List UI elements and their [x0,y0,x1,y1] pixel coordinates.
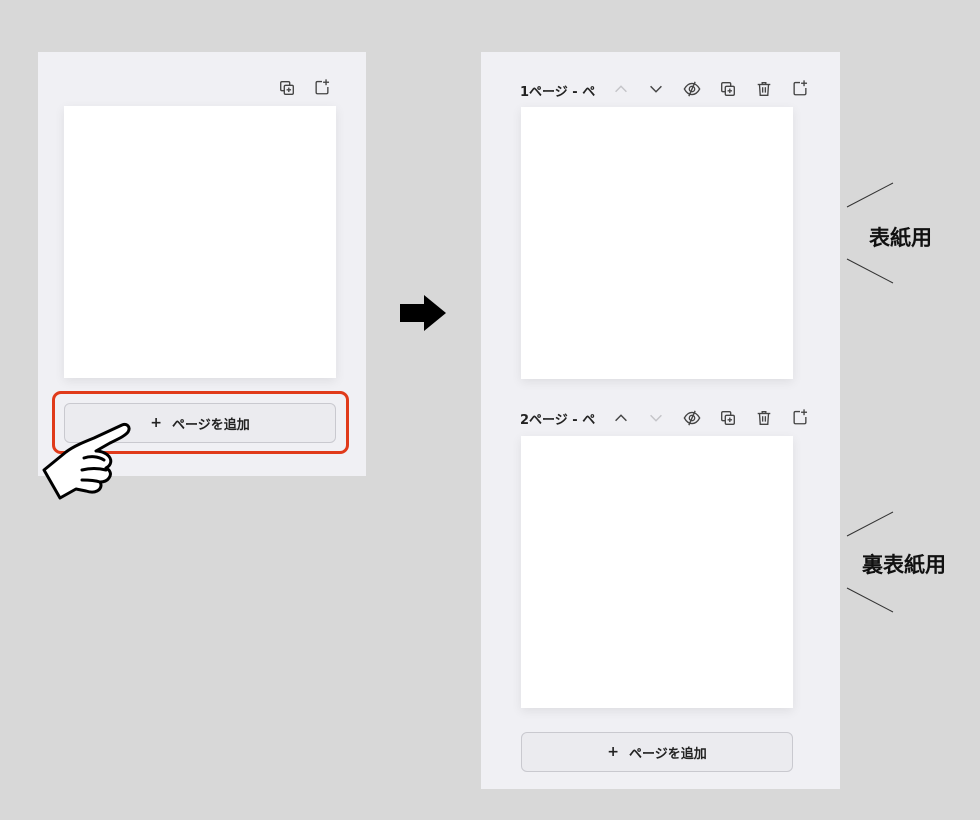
chevron-down-icon [650,85,662,93]
hide-icon [683,410,701,426]
trash-icon [757,82,771,96]
page-2-add-page-button[interactable] [790,407,810,427]
hide-icon [683,81,701,97]
back-cover-annotation: 裏表紙用 [862,553,946,577]
page-2-label[interactable]: 2ページ - ペ [520,409,600,428]
page-1-move-down-button[interactable] [646,79,666,99]
plus-icon: + [150,415,162,431]
add-page-icon-button[interactable] [312,77,332,97]
chevron-up-icon [615,85,627,93]
page-2-delete-button[interactable] [754,408,774,428]
page-1-move-up-button[interactable] [611,79,631,99]
chevron-up-icon [615,414,627,422]
duplicate-icon [721,82,735,96]
right-arrow-icon [400,295,446,331]
add-page-icon [315,79,330,95]
chevron-down-icon [650,414,662,422]
add-page-label: ページを追加 [171,417,250,433]
pointing-hand-icon [42,423,131,500]
cover-annotation: 表紙用 [869,226,932,250]
page-1-hide-button[interactable] [682,79,702,99]
page-1-add-page-button[interactable] [790,78,810,98]
page-1-duplicate-button[interactable] [718,79,738,99]
duplicate-page-button[interactable] [277,78,297,98]
add-page-icon [793,80,808,96]
duplicate-icon [721,411,735,425]
duplicate-icon [280,81,294,95]
page-2-duplicate-button[interactable] [718,408,738,428]
page-2-move-down-button[interactable] [646,408,666,428]
page-2-move-up-button[interactable] [611,408,631,428]
page-canvas[interactable] [64,106,336,378]
page-2-hide-button[interactable] [682,408,702,428]
plus-icon: + [607,744,619,760]
trash-icon [757,411,771,425]
page-1-delete-button[interactable] [754,79,774,99]
right-panel: 1ページ - ペ 2ページ - ペ + ページを追加 [481,52,840,789]
page-1-label[interactable]: 1ページ - ペ [520,81,600,100]
add-page-button[interactable]: + ページを追加 [521,732,793,772]
page-1-canvas[interactable] [521,107,793,379]
add-page-icon [793,409,808,425]
page-2-canvas[interactable] [521,436,793,708]
add-page-label: ページを追加 [628,746,707,762]
